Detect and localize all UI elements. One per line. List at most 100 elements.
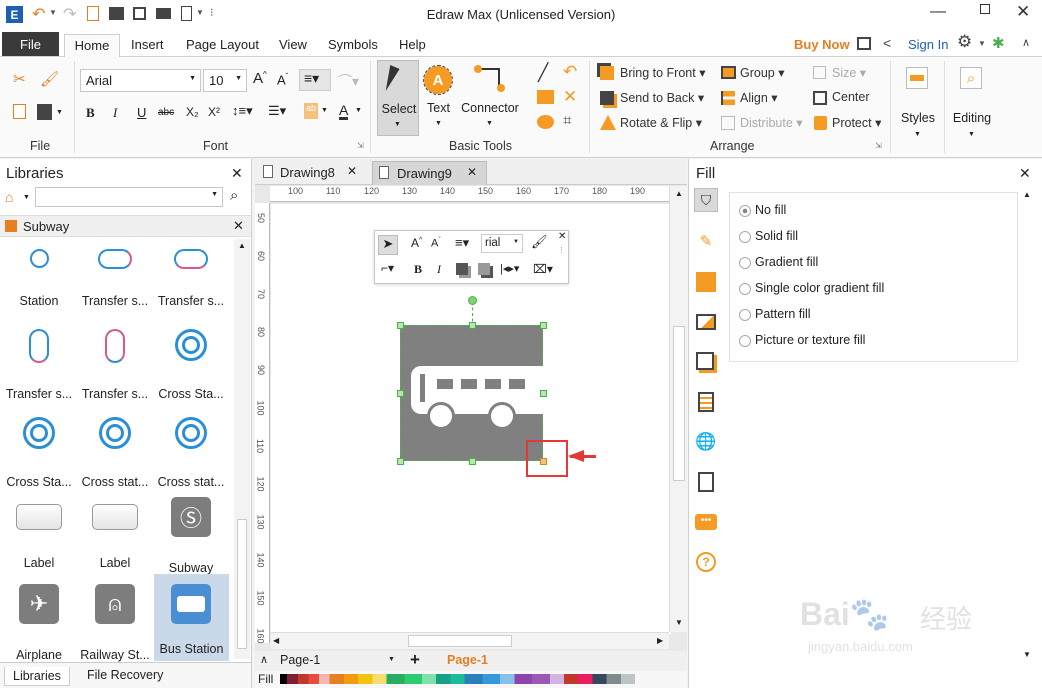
styles-dropdown-icon[interactable]: ▼ bbox=[914, 131, 921, 138]
page-nav-up-icon[interactable]: ∧ bbox=[260, 653, 268, 666]
italic-icon[interactable]: I bbox=[113, 105, 117, 121]
comment-icon[interactable]: ••• bbox=[694, 510, 718, 534]
settings-dropdown-icon[interactable]: ▼ bbox=[978, 39, 986, 48]
fill-panel-scrollbar[interactable]: ▲ ▼ bbox=[1021, 190, 1035, 660]
globe-icon[interactable]: 🌐 bbox=[694, 430, 718, 454]
library-item-cross-station[interactable]: Cross Sta... bbox=[153, 329, 229, 401]
scrollbar-thumb[interactable] bbox=[673, 326, 685, 481]
line-spacing-icon[interactable]: ↕≡▾ bbox=[232, 103, 253, 119]
share-icon[interactable]: < bbox=[883, 35, 891, 51]
close-tab-icon[interactable]: ✕ bbox=[467, 165, 477, 179]
close-fill-panel-icon[interactable]: ✕ bbox=[1019, 165, 1031, 182]
close-window-button[interactable]: ✕ bbox=[1016, 2, 1030, 22]
ft-connector-icon[interactable]: ⌐▾ bbox=[381, 261, 394, 275]
bold-icon[interactable]: B bbox=[86, 105, 95, 121]
attachment-icon[interactable] bbox=[694, 470, 718, 494]
shadow-icon[interactable] bbox=[694, 270, 718, 294]
library-item-cross-station[interactable]: Cross Sta... bbox=[1, 417, 77, 489]
ft-bring-front-icon[interactable] bbox=[456, 263, 468, 275]
bullets-icon[interactable]: ☰▾ bbox=[268, 103, 286, 119]
cart-icon[interactable] bbox=[857, 37, 871, 50]
library-scrollbar[interactable]: ▲ bbox=[234, 239, 250, 659]
arrange-dialog-launcher-icon[interactable]: ⇲ bbox=[875, 141, 882, 150]
send-to-back-button[interactable]: Send to Back ▾ bbox=[620, 90, 704, 105]
font-dialog-launcher-icon[interactable]: ⇲ bbox=[357, 141, 364, 150]
canvas-horizontal-scrollbar[interactable]: ◀ ▶ bbox=[271, 632, 669, 649]
paragraph-align-icon[interactable]: ≡▾ bbox=[299, 69, 331, 91]
shrink-font-icon[interactable]: Aˇ bbox=[277, 72, 288, 87]
align-button[interactable]: Align ▾ bbox=[740, 90, 778, 105]
solid-fill-radio[interactable] bbox=[739, 231, 751, 243]
scrollbar-thumb[interactable] bbox=[408, 635, 512, 647]
sign-in-link[interactable]: Sign In bbox=[908, 34, 948, 57]
crop-icon[interactable]: ⌗ bbox=[563, 112, 571, 129]
brush-icon[interactable]: 🖌 bbox=[40, 70, 59, 88]
minimize-button[interactable]: — bbox=[930, 3, 946, 21]
connector-dropdown-icon[interactable]: ▼ bbox=[486, 120, 493, 127]
bring-to-front-button[interactable]: Bring to Front ▾ bbox=[620, 65, 705, 80]
home-dropdown-icon[interactable]: ▼ bbox=[23, 194, 30, 201]
distribute-button[interactable]: Distribute ▾ bbox=[740, 115, 803, 130]
add-page-icon[interactable]: + bbox=[410, 650, 420, 670]
tab-libraries[interactable]: Libraries bbox=[4, 667, 70, 686]
copy-icon[interactable] bbox=[13, 104, 26, 119]
connector-tool-button[interactable]: Connector ▼ bbox=[458, 60, 522, 136]
format-painter-icon[interactable]: ✂ bbox=[13, 70, 26, 88]
library-search-input[interactable]: ▼ bbox=[35, 187, 223, 207]
font-size-select[interactable]: 10 ▼ bbox=[203, 69, 247, 92]
maximize-button[interactable] bbox=[980, 4, 990, 14]
library-item-transfer-station[interactable]: Transfer s... bbox=[77, 249, 153, 308]
superscript-icon[interactable]: X² bbox=[208, 105, 220, 119]
text-tool-button[interactable]: A Text ▼ bbox=[421, 60, 456, 136]
image-icon[interactable] bbox=[694, 310, 718, 334]
home-icon[interactable]: ⌂ bbox=[5, 189, 13, 205]
doc-tab-drawing9[interactable]: Drawing9 ✕ bbox=[372, 161, 487, 185]
font-color-dropdown-icon[interactable]: ▼ bbox=[355, 107, 362, 114]
fill-bucket-icon[interactable]: ⛉ bbox=[694, 188, 718, 212]
close-libraries-icon[interactable]: ✕ bbox=[231, 165, 243, 182]
settings-icon[interactable]: ⚙ bbox=[957, 32, 972, 52]
arc-icon[interactable]: ↶ bbox=[563, 62, 577, 82]
ft-close-icon[interactable]: ✕ bbox=[558, 231, 566, 242]
scroll-up-icon[interactable]: ▲ bbox=[675, 189, 683, 198]
tab-insert[interactable]: Insert bbox=[131, 34, 164, 57]
scroll-up-icon[interactable]: ▲ bbox=[1023, 190, 1031, 199]
ft-font-select[interactable]: rial ▼ bbox=[481, 234, 523, 253]
solid-fill-label[interactable]: Solid fill bbox=[755, 229, 798, 243]
close-tab-icon[interactable]: ✕ bbox=[347, 164, 357, 178]
paste-dropdown-icon[interactable]: ▼ bbox=[56, 109, 63, 116]
tab-view[interactable]: View bbox=[279, 34, 307, 57]
gradient-fill-label[interactable]: Gradient fill bbox=[755, 255, 818, 269]
ft-align-icon[interactable]: ≡▾ bbox=[455, 235, 469, 251]
library-item-railway-station[interactable]: ⍝ Railway St... bbox=[77, 584, 153, 662]
library-item-cross-station[interactable]: Cross stat... bbox=[77, 417, 153, 489]
ft-grow-font-icon[interactable]: A^ bbox=[411, 236, 422, 250]
ft-style-icon[interactable]: ⌧▾ bbox=[533, 262, 553, 276]
resize-handle-bottom-left[interactable] bbox=[397, 458, 404, 465]
resize-handle-middle-right[interactable] bbox=[540, 390, 547, 397]
underline-icon[interactable]: U bbox=[137, 105, 146, 120]
color-swatches[interactable] bbox=[280, 674, 635, 684]
search-library-icon[interactable]: ⌕ bbox=[230, 187, 238, 204]
ft-distribute-icon[interactable]: |◂▸▾ bbox=[500, 262, 519, 275]
size-button[interactable]: Size ▾ bbox=[832, 65, 866, 80]
font-family-select[interactable]: Arial ▼ bbox=[80, 69, 201, 92]
editing-dropdown-icon[interactable]: ▼ bbox=[968, 131, 975, 138]
layers-icon[interactable] bbox=[694, 350, 718, 374]
resize-handle-top-left[interactable] bbox=[397, 322, 404, 329]
text-dropdown-icon[interactable]: ▼ bbox=[435, 120, 442, 127]
ft-send-back-icon[interactable] bbox=[478, 263, 490, 275]
single-color-gradient-fill-label[interactable]: Single color gradient fill bbox=[755, 281, 884, 295]
library-item-label-shape[interactable]: Label bbox=[77, 504, 153, 570]
tab-help[interactable]: Help bbox=[399, 34, 426, 57]
theme-icon[interactable]: ✱ bbox=[992, 34, 1005, 52]
single-color-gradient-fill-radio[interactable] bbox=[739, 283, 751, 295]
library-item-transfer-station[interactable]: Transfer s... bbox=[1, 329, 77, 401]
no-fill-radio[interactable] bbox=[739, 205, 751, 217]
scrollbar-thumb[interactable] bbox=[237, 519, 247, 649]
tab-symbols[interactable]: Symbols bbox=[328, 34, 378, 57]
library-category-header[interactable]: Subway ✕ bbox=[0, 215, 251, 237]
tab-page-layout[interactable]: Page Layout bbox=[186, 34, 259, 57]
tab-file[interactable]: File bbox=[2, 32, 59, 56]
ellipse-icon[interactable] bbox=[537, 115, 554, 129]
